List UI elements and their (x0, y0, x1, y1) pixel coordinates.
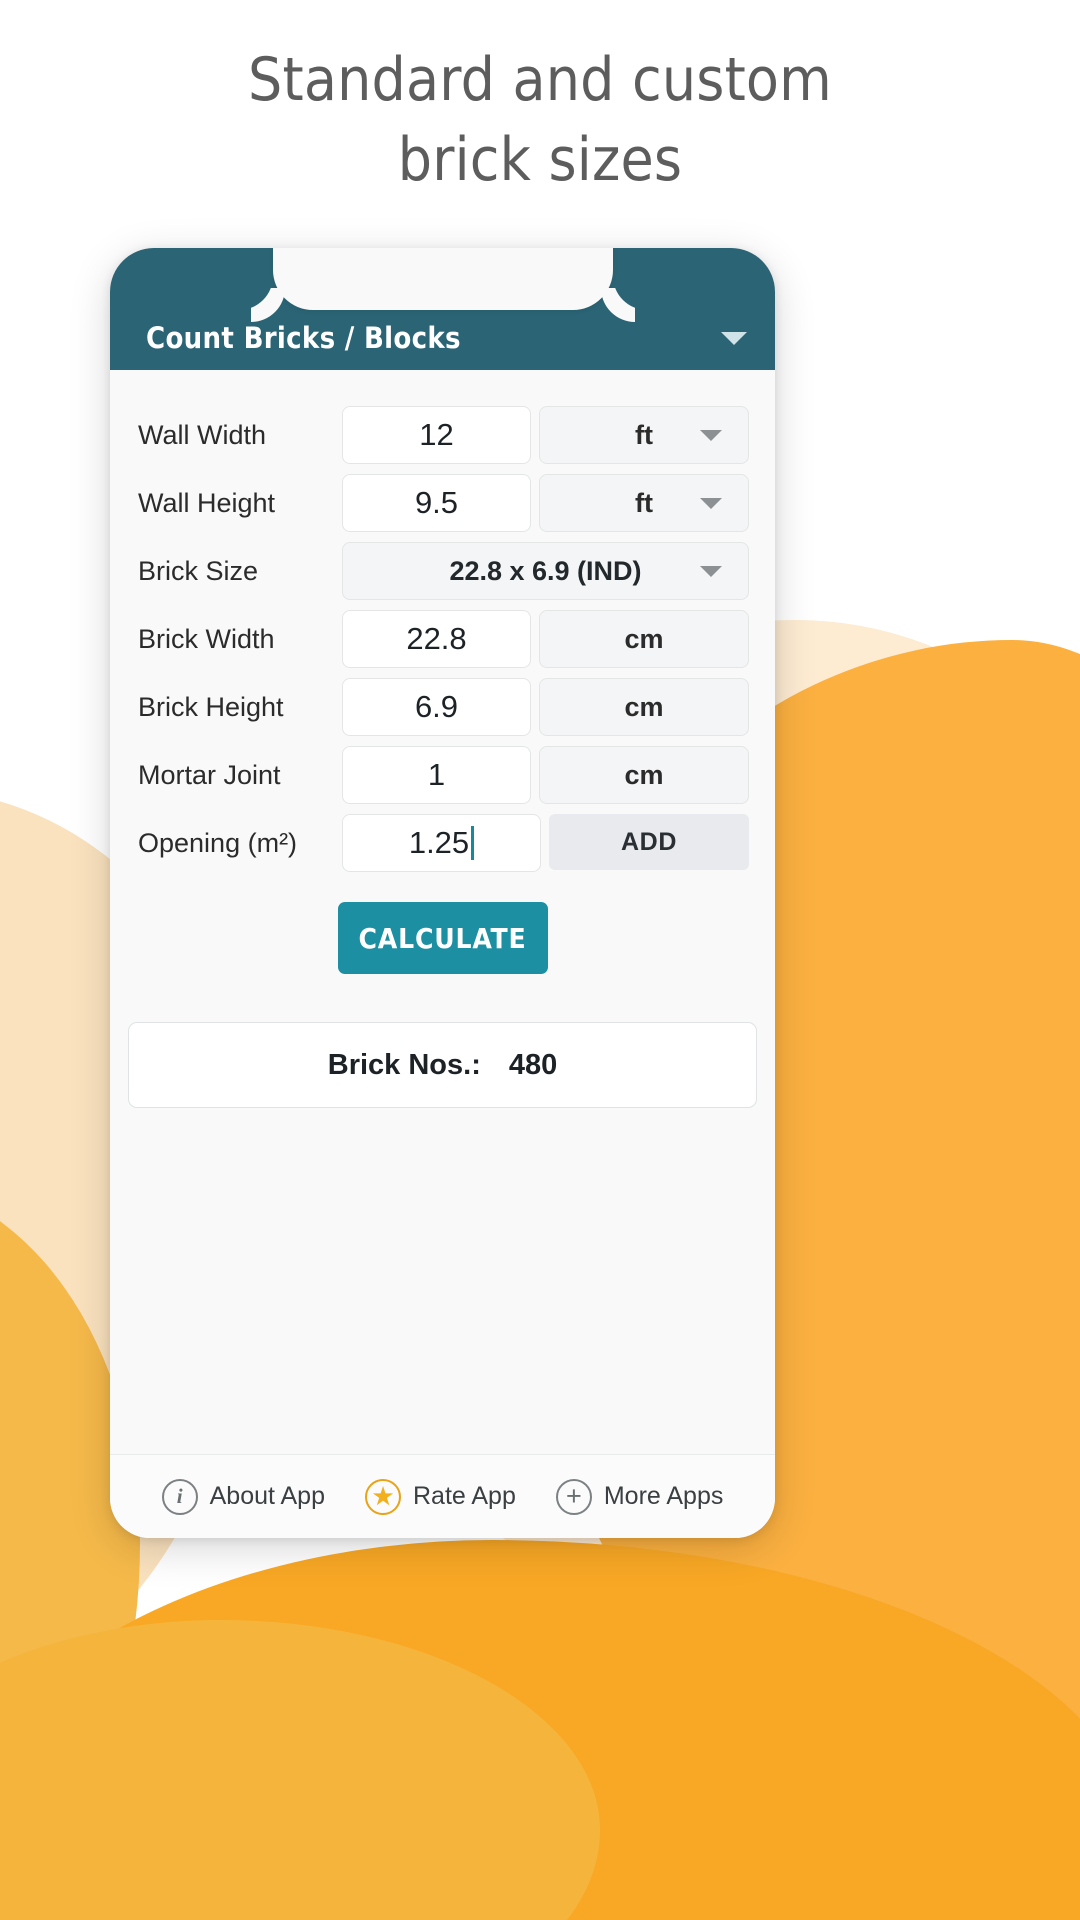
nav-label-rate-app: Rate App (413, 1482, 516, 1510)
info-icon: i (161, 1478, 198, 1515)
calculate-button[interactable]: CALCULATE (337, 902, 548, 974)
phone-mockup: Count Bricks / Blocks Wall Width 12 ft W… (110, 248, 775, 1538)
label-brick-width: Brick Width (138, 623, 275, 654)
form-row-wall-height: Wall Height 9.5 ft (136, 474, 749, 532)
label-brick-size: Brick Size (138, 555, 259, 586)
form-row-opening: Opening (m²) 1.25 ADD (136, 814, 749, 872)
select-brick-size[interactable]: 22.8 x 6.9 (IND) (342, 542, 749, 600)
form-row-brick-width: Brick Width 22.8 cm (136, 610, 749, 668)
chevron-down-icon (700, 429, 722, 441)
headline-line-1: Standard and custom (248, 45, 832, 115)
unit-value-mortar-joint: cm (624, 759, 664, 790)
add-button[interactable]: ADD (549, 814, 749, 870)
unit-value-wall-height: ft (635, 487, 653, 518)
calculator-form: Wall Width 12 ft Wall Height 9.5 ft Bric… (110, 370, 775, 974)
nav-item-rate-app[interactable]: ★ Rate App (365, 1478, 516, 1515)
label-brick-height: Brick Height (138, 691, 284, 722)
unit-mortar-joint: cm (539, 746, 749, 804)
label-wall-height: Wall Height (138, 487, 276, 518)
input-brick-width[interactable]: 22.8 (342, 610, 531, 668)
text-cursor (471, 826, 475, 860)
value-brick-size: 22.8 x 6.9 (IND) (449, 555, 642, 586)
value-brick-height: 6.9 (414, 689, 459, 724)
value-opening: 1.25 (408, 825, 470, 860)
unit-select-wall-height[interactable]: ft (539, 474, 749, 532)
unit-brick-height: cm (539, 678, 749, 736)
input-wall-height[interactable]: 9.5 (342, 474, 531, 532)
form-row-brick-height: Brick Height 6.9 cm (136, 678, 749, 736)
label-mortar-joint: Mortar Joint (138, 759, 281, 790)
input-brick-height[interactable]: 6.9 (342, 678, 531, 736)
unit-value-wall-width: ft (635, 419, 653, 450)
chevron-down-icon[interactable] (721, 331, 747, 345)
bottom-navigation: i About App ★ Rate App + More Apps (110, 1454, 775, 1538)
nav-item-about-app[interactable]: i About App (161, 1478, 325, 1515)
input-opening[interactable]: 1.25 (342, 814, 541, 872)
value-brick-width: 22.8 (406, 621, 467, 656)
result-label: Brick Nos.: (327, 1048, 481, 1081)
nav-label-about-app: About App (209, 1482, 325, 1510)
phone-notch (272, 248, 613, 310)
label-wall-width: Wall Width (138, 419, 267, 450)
result-brick-count: Brick Nos.: 480 (128, 1022, 757, 1108)
headline-line-2: brick sizes (397, 125, 683, 195)
value-wall-width: 12 (419, 417, 454, 452)
star-icon: ★ (365, 1478, 401, 1515)
input-mortar-joint[interactable]: 1 (342, 746, 531, 804)
form-row-wall-width: Wall Width 12 ft (136, 406, 749, 464)
promo-headline: Standard and custom brick sizes (0, 40, 1080, 200)
value-wall-height: 9.5 (414, 485, 459, 520)
unit-brick-width: cm (539, 610, 749, 668)
app-title: Count Bricks / Blocks (146, 321, 461, 355)
chevron-down-icon (700, 565, 722, 577)
plus-icon: + (555, 1478, 592, 1515)
nav-item-more-apps[interactable]: + More Apps (555, 1478, 724, 1515)
nav-label-more-apps: More Apps (603, 1482, 724, 1510)
input-wall-width[interactable]: 12 (342, 406, 531, 464)
unit-select-wall-width[interactable]: ft (539, 406, 749, 464)
result-value: 480 (508, 1048, 558, 1081)
unit-value-brick-height: cm (624, 691, 664, 722)
value-mortar-joint: 1 (427, 757, 446, 792)
form-row-brick-size: Brick Size 22.8 x 6.9 (IND) (136, 542, 749, 600)
form-row-mortar-joint: Mortar Joint 1 cm (136, 746, 749, 804)
unit-value-brick-width: cm (624, 623, 664, 654)
app-header-bar: Count Bricks / Blocks (110, 248, 775, 370)
label-opening: Opening (m²) (138, 827, 298, 858)
chevron-down-icon (700, 497, 722, 509)
